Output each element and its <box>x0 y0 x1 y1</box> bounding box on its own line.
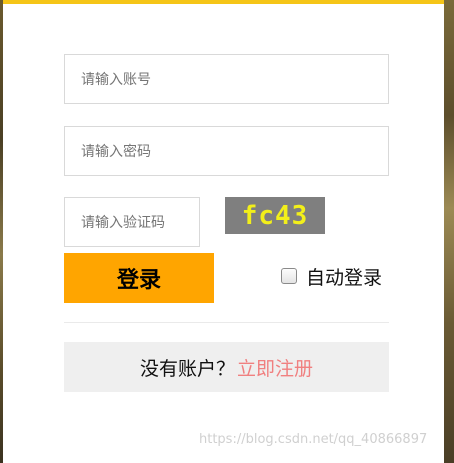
register-prompt: 没有账户？ <box>139 357 235 380</box>
account-placeholder: 请输入账号 <box>81 72 151 88</box>
auto-login-checkbox[interactable] <box>281 268 297 284</box>
watermark: https://blog.csdn.net/qq_40866897 <box>199 432 428 447</box>
password-input[interactable]: 请输入密码 <box>64 126 389 176</box>
divider <box>64 322 389 323</box>
captcha-code: fc43 <box>241 200 309 231</box>
password-placeholder: 请输入密码 <box>81 144 151 160</box>
register-bar: 没有账户？ 立即注册 <box>64 342 389 392</box>
auto-login-label: 自动登录 <box>306 266 383 289</box>
login-button[interactable]: 登录 <box>64 253 214 303</box>
background-right-edge <box>444 0 454 463</box>
captcha-placeholder: 请输入验证码 <box>81 215 165 231</box>
account-input[interactable]: 请输入账号 <box>64 54 389 104</box>
auto-login-option[interactable]: 自动登录 <box>281 263 382 289</box>
captcha-image[interactable]: fc43 <box>225 197 325 234</box>
login-panel: 请输入账号 请输入密码 请输入验证码 fc43 登录 自动登录 没有账户？ 立即… <box>3 0 444 463</box>
captcha-input[interactable]: 请输入验证码 <box>64 197 200 247</box>
register-link[interactable]: 立即注册 <box>237 354 313 381</box>
